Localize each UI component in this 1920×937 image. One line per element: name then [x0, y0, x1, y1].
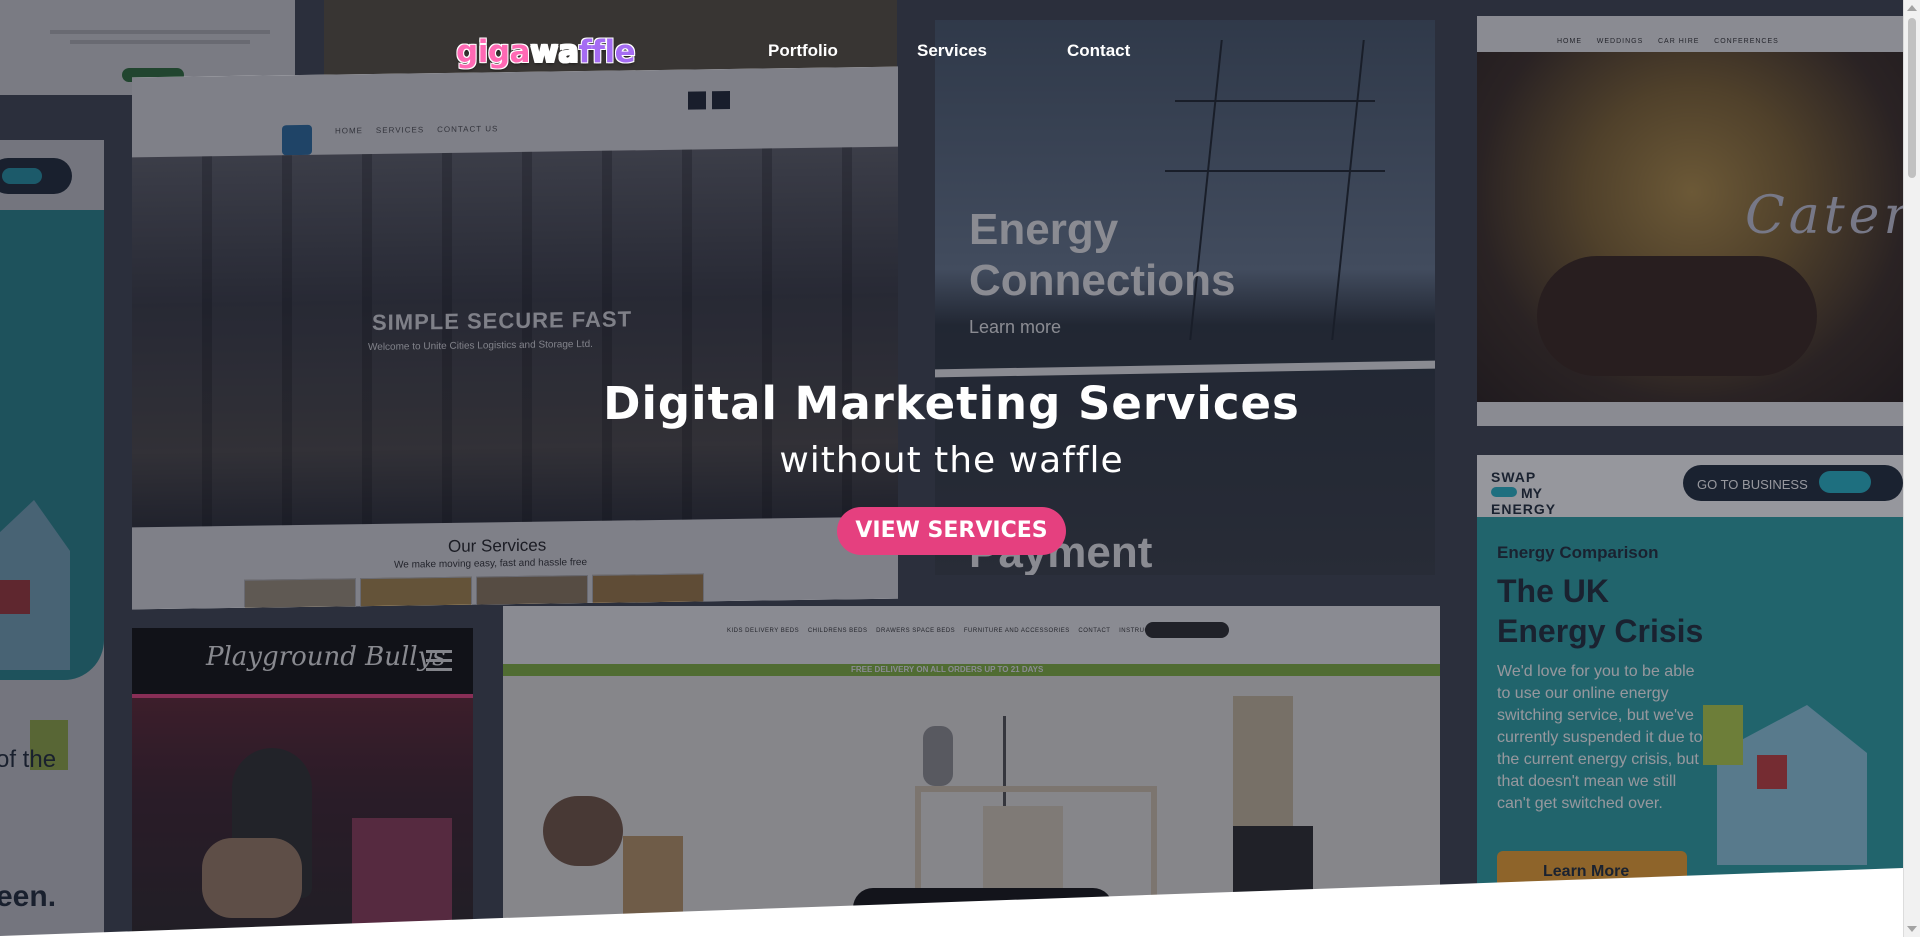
- scroll-down-arrow-icon[interactable]: [1907, 926, 1917, 932]
- hero-subtitle: without the waffle: [779, 440, 1124, 481]
- energy-link: Learn more: [969, 317, 1062, 337]
- swap-brand-2: MY: [1521, 485, 1542, 501]
- logistics-services-sub: We make moving easy, fast and hassle fre…: [394, 556, 588, 571]
- portfolio-tile-energy: Energy Connections Learn more Payment: [935, 20, 1435, 575]
- gigawaffle-logo[interactable]: gigawaffle: [456, 34, 636, 70]
- logistics-nav-2: SERVICES: [375, 125, 425, 135]
- nav-contact[interactable]: Contact: [1067, 41, 1130, 61]
- catering-nav-3: CAR HIRE: [1657, 38, 1700, 45]
- scroll-up-arrow-icon[interactable]: [1907, 5, 1917, 11]
- shop-banner: FREE DELIVERY ON ALL ORDERS UP TO 21 DAY…: [851, 665, 1044, 674]
- swap-title-1: The UK: [1497, 573, 1609, 609]
- shop-nav-2: CHILDRENS BEDS: [807, 628, 868, 634]
- logistics-nav-3: CONTACT US: [437, 124, 499, 135]
- page-scrollbar[interactable]: [1903, 0, 1920, 937]
- nav-portfolio[interactable]: Portfolio: [768, 41, 838, 61]
- view-services-button[interactable]: VIEW SERVICES: [837, 507, 1066, 555]
- logistics-nav: HOME SERVICES CONTACT US: [335, 124, 498, 135]
- catering-script: Catering: [1745, 186, 1903, 246]
- left-text-1: of the: [0, 746, 57, 773]
- shop-nav-5: CONTACT: [1078, 628, 1111, 634]
- logistics-services-title: Our Services: [448, 535, 547, 556]
- swap-title-2: Energy Crisis: [1497, 613, 1704, 649]
- energy-headline-2: Connections: [969, 256, 1236, 305]
- portfolio-tile-kids-shop: KIDS DELIVERY BEDS CHILDRENS BEDS DRAWER…: [503, 606, 1440, 937]
- catering-nav-4: CONFERENCES: [1714, 38, 1779, 45]
- portfolio-tile-catering: HOME WEDDINGS CAR HIRE CONFERENCES Cater…: [1477, 16, 1903, 426]
- left-text-2: een.: [0, 880, 57, 913]
- bullys-title: Playground Bullys: [206, 642, 446, 672]
- nav-services[interactable]: Services: [917, 41, 987, 61]
- portfolio-tile-left-phone: of the een.: [0, 140, 104, 937]
- logistics-nav-1: HOME: [335, 126, 363, 136]
- logo-part-3: ffle: [578, 34, 636, 70]
- hero-section: of the een. HOME SERVICES CONTACT US SIM…: [0, 0, 1903, 937]
- swap-brand-3: ENERGY: [1491, 501, 1557, 517]
- logistics-headline: SIMPLE SECURE FAST: [372, 306, 633, 335]
- hero-title: Digital Marketing Services: [603, 377, 1300, 430]
- catering-nav-2: WEDDINGS: [1596, 38, 1644, 45]
- portfolio-tile-logistics: HOME SERVICES CONTACT US SIMPLE SECURE F…: [132, 66, 898, 610]
- shop-nav-4: FURNITURE AND ACCESSORIES: [963, 628, 1070, 634]
- portfolio-tile-playground-bullys: Playground Bullys: [132, 628, 473, 937]
- catering-nav: HOME WEDDINGS CAR HIRE CONFERENCES: [1557, 38, 1779, 45]
- shop-nav: KIDS DELIVERY BEDS CHILDRENS BEDS DRAWER…: [727, 628, 1170, 634]
- logo-part-2: wa: [529, 34, 579, 70]
- scrollbar-thumb[interactable]: [1908, 18, 1916, 178]
- energy-headline-1: Energy: [969, 205, 1119, 254]
- swap-kicker: Energy Comparison: [1497, 543, 1659, 562]
- swap-body: We'd love for you to be able to use our …: [1497, 663, 1703, 812]
- catering-nav-1: HOME: [1557, 38, 1582, 45]
- logo-part-1: giga: [456, 34, 530, 70]
- portfolio-tile-swap-my-energy: SWAP MY ENERGY GO TO BUSINESS Energy Com…: [1477, 455, 1903, 937]
- shop-nav-1: KIDS DELIVERY BEDS: [727, 628, 800, 634]
- shop-nav-3: DRAWERS SPACE BEDS: [876, 628, 956, 634]
